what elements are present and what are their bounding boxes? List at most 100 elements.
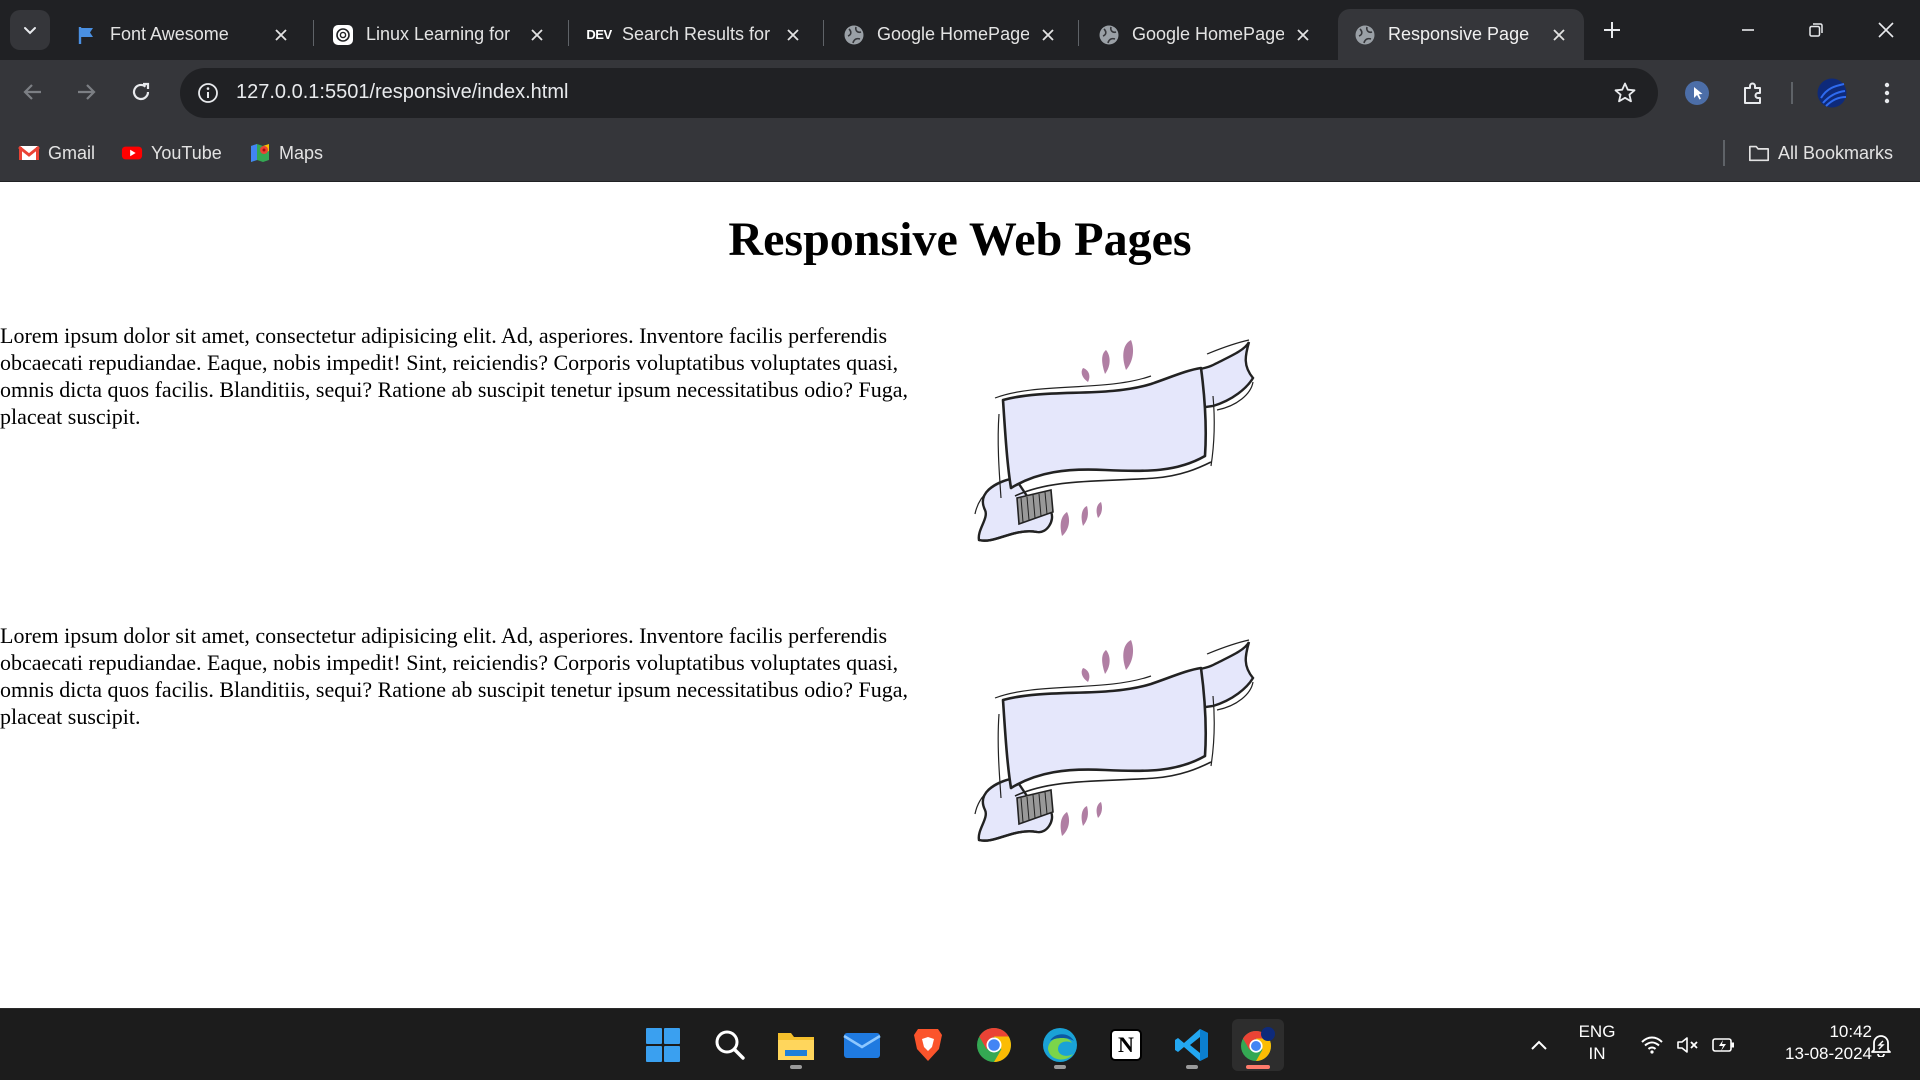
flag-icon <box>76 24 98 46</box>
taskbar-edge[interactable] <box>1034 1019 1086 1071</box>
volume-status[interactable] <box>1674 1009 1702 1080</box>
vscode-icon <box>1175 1029 1208 1061</box>
profile-button[interactable] <box>1816 77 1848 109</box>
restore-button[interactable] <box>1782 0 1850 60</box>
chatgpt-icon <box>332 24 354 46</box>
arrow-left-icon <box>23 84 41 100</box>
chrome-menu-button[interactable] <box>1871 77 1903 109</box>
notifications-button[interactable] <box>1866 1009 1896 1080</box>
chrome-icon <box>1241 1027 1275 1061</box>
extension-cursor-button[interactable] <box>1681 77 1713 109</box>
bookmarks-bar: Gmail YouTube Maps All Bookmarks <box>0 125 1920 182</box>
close-icon[interactable] <box>526 24 548 46</box>
taskbar-vscode[interactable] <box>1166 1019 1218 1071</box>
info-icon <box>198 83 218 103</box>
running-indicator <box>1186 1065 1198 1069</box>
dev-icon: DEV <box>586 24 612 46</box>
language-indicator[interactable]: ENG IN <box>1572 1021 1622 1065</box>
dev-favicon-text: DEV <box>586 27 612 42</box>
folder-icon <box>1748 142 1770 164</box>
page-viewport: Responsive Web Pages Lorem ipsum dolor s… <box>0 182 1920 1008</box>
running-indicator <box>1054 1065 1066 1069</box>
chrome-icon <box>977 1028 1011 1062</box>
tab-title: Search Results for <box>622 24 771 44</box>
close-icon[interactable] <box>1037 24 1059 46</box>
bookmark-youtube[interactable]: YouTube <box>121 139 222 167</box>
all-bookmarks-label: All Bookmarks <box>1778 142 1894 163</box>
notion-icon: N <box>1110 1029 1142 1061</box>
arrow-right-icon <box>78 84 96 100</box>
bookmark-maps[interactable]: Maps <box>249 139 323 167</box>
close-window-button[interactable] <box>1852 0 1920 60</box>
taskbar-file-explorer[interactable] <box>770 1019 822 1071</box>
site-info-button[interactable] <box>192 77 224 109</box>
globe-icon <box>1098 24 1120 46</box>
maps-icon <box>249 142 271 164</box>
bookmarks-divider <box>1723 140 1725 166</box>
tab-separator <box>568 20 569 46</box>
forward-button[interactable] <box>68 74 104 110</box>
tab-linux-learning[interactable]: Linux Learning for <box>316 9 562 60</box>
region-code: IN <box>1588 1044 1606 1063</box>
url-text[interactable]: 127.0.0.1:5501/responsive/index.html <box>236 81 568 104</box>
tab-title: Responsive Page <box>1388 24 1530 44</box>
minimize-button[interactable] <box>1714 0 1782 60</box>
wifi-status[interactable] <box>1638 1009 1666 1080</box>
bookmark-label: YouTube <box>151 142 222 163</box>
system-clock[interactable]: 10:42 13-08-2024 <box>1752 1021 1872 1065</box>
bookmark-star-button[interactable] <box>1612 80 1638 106</box>
cursor-extension-icon <box>1685 81 1709 105</box>
back-button[interactable] <box>15 74 51 110</box>
tab-google-homepage-2[interactable]: Google HomePage <box>1082 9 1328 60</box>
toolbar-divider <box>1791 82 1793 104</box>
bookmark-label: Gmail <box>48 142 96 163</box>
close-icon[interactable] <box>782 24 804 46</box>
tab-search-button[interactable] <box>10 10 50 50</box>
tab-title: Font Awesome <box>110 24 229 44</box>
all-bookmarks-button[interactable]: All Bookmarks <box>1748 139 1893 167</box>
address-bar[interactable]: 127.0.0.1:5501/responsive/index.html <box>180 68 1658 118</box>
tab-font-awesome[interactable]: Font Awesome <box>60 9 306 60</box>
taskbar-chrome[interactable] <box>968 1019 1020 1071</box>
ribbon-banner-illustration <box>974 639 1255 842</box>
chevron-up-icon <box>1531 1040 1547 1050</box>
close-icon <box>1878 22 1894 38</box>
clock-time: 10:42 <box>1829 1022 1872 1041</box>
tab-dev-search[interactable]: DEV Search Results for <box>572 9 818 60</box>
battery-status[interactable] <box>1710 1009 1738 1080</box>
minimize-icon <box>1742 29 1754 31</box>
notion-letter: N <box>1118 1032 1134 1057</box>
bookmark-gmail[interactable]: Gmail <box>18 139 95 167</box>
tab-title: Linux Learning for <box>366 24 511 44</box>
tab-separator <box>823 20 824 46</box>
ribbon-banner-illustration <box>974 339 1255 542</box>
close-icon[interactable] <box>1548 24 1570 46</box>
taskbar-notion[interactable]: N <box>1100 1019 1152 1071</box>
taskbar-search-button[interactable] <box>704 1019 756 1071</box>
taskbar-chrome-profile[interactable] <box>1232 1019 1284 1071</box>
running-indicator <box>790 1065 802 1069</box>
extensions-button[interactable] <box>1737 77 1769 109</box>
show-hidden-icons-button[interactable] <box>1526 1009 1552 1080</box>
tab-title: Google HomePage <box>877 24 1029 44</box>
start-button[interactable] <box>637 1019 689 1071</box>
close-icon[interactable] <box>1292 24 1314 46</box>
taskbar-mail[interactable] <box>836 1019 888 1071</box>
taskbar-brave[interactable] <box>902 1019 954 1071</box>
reload-button[interactable] <box>123 74 159 110</box>
close-icon[interactable] <box>270 24 292 46</box>
tab-responsive-page[interactable]: Responsive Page <box>1338 9 1584 60</box>
browser-toolbar: 127.0.0.1:5501/responsive/index.html <box>0 60 1920 125</box>
tab-separator <box>1078 20 1079 46</box>
language-code: ENG <box>1578 1022 1616 1041</box>
globe-icon <box>1354 24 1376 46</box>
bookmark-label: Maps <box>279 142 324 163</box>
tab-strip: Font Awesome Linux Learning for DEV Sear… <box>0 0 1920 60</box>
tab-google-homepage-1[interactable]: Google HomePage <box>827 9 1073 60</box>
new-tab-button[interactable] <box>1596 14 1628 46</box>
search-icon <box>715 1030 745 1060</box>
tab-title: Google HomePage <box>1132 24 1284 44</box>
page-title: Responsive Web Pages <box>728 213 1192 266</box>
star-icon <box>1614 82 1636 103</box>
battery-charging-icon <box>1712 1038 1734 1052</box>
